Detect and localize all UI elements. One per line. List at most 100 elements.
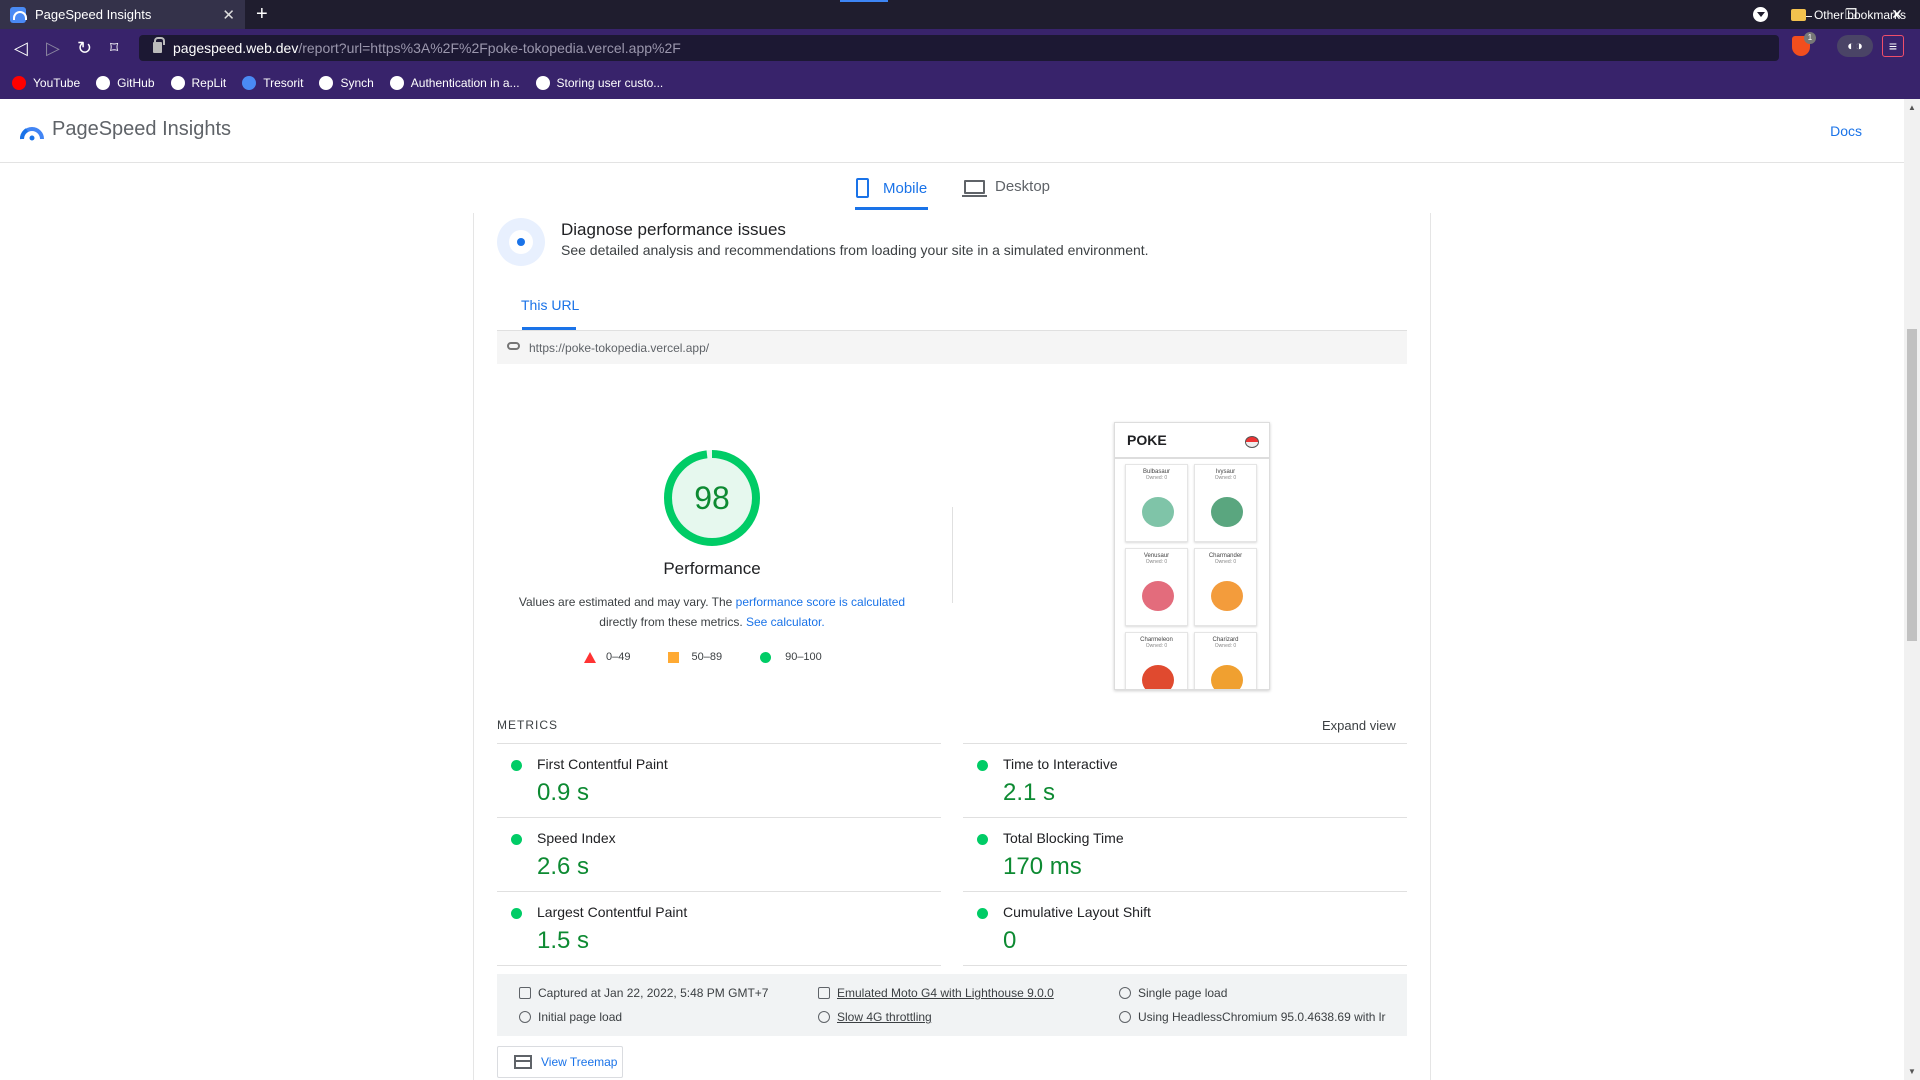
new-tab-icon[interactable]: + (256, 3, 268, 26)
link-icon (507, 342, 520, 350)
pokemon-image (1142, 581, 1174, 611)
performance-note: Values are estimated and may vary. The p… (508, 592, 916, 632)
captured-info: Captured at Jan 22, 2022, 5:48 PM GMT+7 (519, 986, 768, 1000)
bookmark-item[interactable]: Authentication in a... (389, 76, 520, 90)
bookmark-item[interactable]: Synch (319, 76, 374, 90)
pokemon-image (1142, 665, 1174, 689)
tab-this-url[interactable]: This URL (521, 297, 579, 313)
url-host: pagespeed.web.dev (173, 40, 299, 56)
performance-label: Performance (663, 559, 761, 578)
lock-icon (153, 37, 165, 53)
owned-count: Owned: 0 (1145, 559, 1168, 565)
youtube-icon (12, 76, 26, 90)
people-icon (1119, 987, 1131, 999)
owned-count: Owned: 0 (1145, 475, 1168, 481)
bookmark-item[interactable]: YouTube (12, 76, 80, 90)
score-calculated-link[interactable]: performance score is calculated (736, 595, 905, 609)
metric-label: Largest Contentful Paint (537, 904, 688, 920)
scrollbar[interactable]: ▲ ▼ (1904, 99, 1920, 1080)
pagespeed-favicon-icon (10, 6, 27, 23)
score-legend: 0–49 50–89 90–100 (584, 651, 860, 663)
bookmark-icon[interactable]: ⌑ (110, 38, 118, 58)
bookmark-item[interactable]: RepLit (170, 76, 226, 90)
legend-pass-label: 90–100 (785, 651, 822, 663)
headless-info: Using HeadlessChromium 95.0.4638.69 with… (1119, 1010, 1385, 1024)
single-load-text: Single page load (1138, 986, 1228, 1000)
emulated-info[interactable]: Emulated Moto G4 with Lighthouse 9.0.0 (818, 986, 1054, 1000)
extension-glasses-icon[interactable]: ◐◑ (1837, 35, 1873, 57)
throttling-text[interactable]: Slow 4G throttling (837, 1010, 932, 1024)
pokemon-image (1142, 497, 1174, 527)
metric-item: Speed Index 2.6 s (497, 817, 941, 891)
folder-icon (1790, 9, 1806, 21)
see-calculator-link[interactable]: See calculator. (746, 615, 825, 629)
metric-item: Time to Interactive 2.1 s (963, 743, 1407, 817)
divider (963, 965, 1407, 966)
download-icon[interactable] (1753, 7, 1768, 22)
docs-link[interactable]: Docs (1830, 123, 1862, 139)
synch-icon (319, 76, 334, 90)
bookmark-item[interactable]: GitHub (96, 76, 155, 90)
run-info-box: Captured at Jan 22, 2022, 5:48 PM GMT+7 … (497, 974, 1407, 1036)
metric-item: Largest Contentful Paint 1.5 s (497, 891, 941, 965)
bookmark-label: Synch (340, 76, 374, 90)
captured-text: Captured at Jan 22, 2022, 5:48 PM GMT+7 (538, 986, 769, 1000)
timer-icon (519, 1011, 531, 1023)
metric-value: 0 (1003, 927, 1017, 954)
final-screenshot: POKE Bulbasaur Owned: 0 Ivysaur Owned: 0 Ven… (1114, 422, 1270, 690)
owned-count: Owned: 0 (1214, 475, 1237, 481)
tab-title: PageSpeed Insights (35, 7, 152, 22)
tested-url: https://poke-tokopedia.vercel.app/ (529, 340, 710, 355)
legend-pass: 90–100 (760, 651, 822, 663)
metric-item: Total Blocking Time 170 ms (963, 817, 1407, 891)
r-icon (389, 76, 404, 90)
square-icon (668, 651, 680, 663)
browser-tab[interactable]: PageSpeed Insights ✕ (0, 0, 245, 29)
tresorit-icon (242, 76, 257, 90)
metric-value: 2.6 s (537, 853, 590, 880)
bookmark-item[interactable]: Tresorit (242, 76, 303, 90)
owned-count: Owned: 0 (1214, 643, 1237, 649)
reload-icon[interactable]: ↻ (77, 38, 92, 59)
emulated-text[interactable]: Emulated Moto G4 with Lighthouse 9.0.0 (837, 986, 1054, 1000)
bookmark-item[interactable]: Storing user custo... (535, 76, 664, 90)
pass-circle-icon (511, 760, 522, 771)
owned-count: Owned: 0 (1214, 559, 1237, 565)
metric-value: 1.5 s (537, 927, 590, 954)
tab-desktop[interactable]: Desktop (962, 178, 1050, 197)
bookmarks-bar: YouTube GitHub RepLit Tresorit Synch Authenti… (0, 67, 1920, 99)
bookmark-label: GitHub (117, 76, 155, 90)
metric-value: 2.1 s (1003, 779, 1056, 806)
other-bookmarks[interactable]: Other bookmarks (1790, 8, 1906, 22)
tab-mobile-label: Mobile (883, 179, 928, 197)
tested-url-row: https://poke-tokopedia.vercel.app/ (497, 330, 1407, 364)
expand-view-button[interactable]: Expand view (1322, 718, 1396, 733)
note-text-2: directly from these metrics. (599, 615, 746, 629)
url-path: /report?url=https%3A%2F%2Fpoke-tokopedia… (298, 40, 681, 56)
initial-load-info: Initial page load (519, 1010, 622, 1024)
bookmark-label: Storing user custo... (556, 76, 664, 90)
scroll-down-icon[interactable]: ▼ (1908, 1067, 1916, 1076)
tab-mobile[interactable]: Mobile (856, 178, 927, 198)
throttling-info[interactable]: Slow 4G throttling (818, 1010, 932, 1024)
other-bookmarks-label: Other bookmarks (1813, 8, 1906, 22)
scrollbar-thumb[interactable] (1907, 329, 1917, 641)
bookmark-label: Tresorit (263, 76, 304, 90)
address-bar-row: ◁ ▷ ↻ ⌑ pagespeed.web.dev/report?url=htt… (0, 29, 1920, 67)
view-treemap-button[interactable]: View Treemap (497, 1046, 623, 1078)
pokemon-grid: Bulbasaur Owned: 0 Ivysaur Owned: 0 Venusaur… (1115, 459, 1269, 689)
pokemon-card: Charizard Owned: 0 (1194, 632, 1257, 689)
scroll-up-icon[interactable]: ▲ (1908, 103, 1916, 112)
metric-item: Cumulative Layout Shift 0 (963, 891, 1407, 965)
pokemon-card: Charmeleon Owned: 0 (1125, 632, 1188, 689)
bookmark-label: YouTube (33, 76, 81, 90)
pass-circle-icon (977, 760, 988, 771)
back-icon[interactable]: ◁ (14, 38, 28, 59)
tab-strip: PageSpeed Insights ✕ + — ❐ ✕ (0, 0, 1920, 29)
pokemon-card: Venusaur Owned: 0 (1125, 548, 1188, 626)
close-tab-icon[interactable]: ✕ (222, 6, 235, 24)
url-field[interactable]: pagespeed.web.dev/report?url=https%3A%2F… (139, 35, 1779, 61)
browser-menu-icon[interactable]: ≡ (1882, 35, 1904, 57)
triangle-icon (584, 651, 596, 663)
forward-icon[interactable]: ▷ (46, 38, 60, 59)
